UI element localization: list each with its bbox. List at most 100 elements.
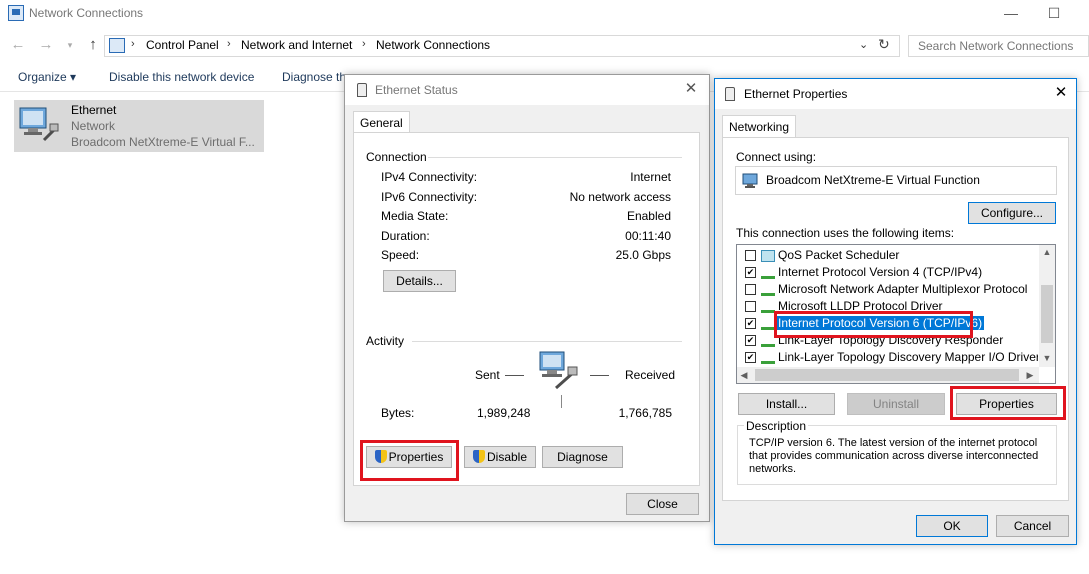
- ethernet-icon: [725, 87, 735, 101]
- item-label: Internet Protocol Version 4 (TCP/IPv4): [778, 265, 983, 279]
- ethernet-properties-dialog: Ethernet Properties ✕ Networking Connect…: [714, 78, 1077, 545]
- adapter-network: Network: [71, 119, 116, 133]
- network-adapter-icon: [742, 173, 758, 188]
- item-checkbox[interactable]: [745, 301, 756, 312]
- ipv4-value: Internet: [630, 170, 671, 184]
- scroll-down-icon[interactable]: ▼: [1039, 353, 1055, 363]
- control-panel-icon: [109, 38, 125, 53]
- adapter-field: Broadcom NetXtreme-E Virtual Function: [735, 166, 1057, 195]
- protocol-icon: [761, 335, 775, 347]
- ethernet-adapter-item[interactable]: Ethernet Network Broadcom NetXtreme-E Vi…: [14, 100, 264, 152]
- item-label: Microsoft Network Adapter Multiplexor Pr…: [778, 282, 1028, 296]
- maximize-icon[interactable]: ☐: [1039, 2, 1069, 24]
- organize-menu[interactable]: Organize ▾: [18, 70, 76, 84]
- adapter-name: Broadcom NetXtreme-E Virtual Function: [766, 173, 980, 187]
- refresh-icon[interactable]: ↻: [878, 36, 890, 53]
- list-item[interactable]: Microsoft Network Adapter Multiplexor Pr…: [737, 281, 1037, 298]
- network-activity-icon: [539, 351, 578, 390]
- chevron-right-icon: ›: [131, 38, 135, 50]
- address-row: ← → ▾ ↑ › Control Panel › Network and In…: [0, 33, 1089, 59]
- close-icon[interactable]: ✕: [683, 81, 699, 97]
- protocol-icon: [761, 352, 775, 364]
- disable-device-command[interactable]: Disable this network device: [109, 70, 254, 84]
- description-label: Description: [744, 419, 809, 433]
- protocol-icon: [761, 284, 775, 296]
- list-item[interactable]: ✔ Internet Protocol Version 4 (TCP/IPv4): [737, 264, 1037, 281]
- bytes-label: Bytes:: [381, 406, 415, 420]
- scroll-up-icon[interactable]: ▲: [1039, 247, 1055, 257]
- bytes-sent-value: 1,989,248: [477, 406, 531, 420]
- networking-panel: Connect using: Broadcom NetXtreme-E Virt…: [722, 137, 1069, 501]
- list-item[interactable]: QoS Packet Scheduler: [737, 247, 1037, 264]
- highlight-box: [774, 311, 973, 338]
- diagnose-command[interactable]: Diagnose th: [282, 70, 346, 84]
- dialog-title: Ethernet Properties: [744, 87, 848, 101]
- close-icon[interactable]: ✕: [1053, 85, 1069, 101]
- sent-label: Sent: [475, 368, 500, 382]
- general-panel: Connection IPv4 Connectivity: Internet I…: [353, 132, 700, 486]
- items-viewport: QoS Packet Scheduler ✔ Internet Protocol…: [737, 245, 1038, 367]
- divider: [561, 395, 562, 408]
- network-connections-icon: [8, 5, 24, 21]
- duration-label: Duration:: [381, 229, 430, 243]
- connection-group-label: Connection: [366, 150, 427, 164]
- item-checkbox[interactable]: [745, 250, 756, 261]
- back-arrow-icon[interactable]: ←: [8, 36, 28, 56]
- close-button[interactable]: Close: [626, 493, 699, 515]
- breadcrumb-control-panel[interactable]: Control Panel: [146, 38, 219, 52]
- address-bar[interactable]: › Control Panel › Network and Internet ›…: [104, 35, 900, 57]
- duration-value: 00:11:40: [625, 229, 671, 243]
- received-label: Received: [625, 368, 676, 382]
- uac-shield-icon: [374, 450, 387, 463]
- divider: [590, 375, 609, 376]
- minimize-icon[interactable]: —: [996, 2, 1026, 24]
- protocol-icon: [761, 267, 775, 279]
- disable-label: Disable: [486, 450, 528, 464]
- horizontal-scrollbar[interactable]: ◀ ▶: [737, 367, 1039, 383]
- item-checkbox[interactable]: [745, 284, 756, 295]
- recent-locations-icon[interactable]: ▾: [60, 36, 80, 56]
- configure-button[interactable]: Configure...: [968, 202, 1056, 224]
- ipv6-value: No network access: [569, 190, 671, 204]
- list-item[interactable]: ✔ Link-Layer Topology Discovery Mapper I…: [737, 349, 1038, 366]
- tab-networking[interactable]: Networking: [722, 115, 797, 137]
- media-state-value: Enabled: [626, 209, 671, 223]
- chevron-right-icon: ›: [227, 38, 231, 50]
- details-button[interactable]: Details...: [383, 270, 456, 292]
- item-checkbox[interactable]: ✔: [745, 352, 756, 363]
- status-properties-label: Properties: [388, 450, 444, 464]
- diagnose-button[interactable]: Diagnose: [542, 446, 623, 468]
- ok-button[interactable]: OK: [916, 515, 988, 537]
- service-icon: [761, 250, 775, 262]
- breadcrumb-network-internet[interactable]: Network and Internet: [241, 38, 352, 52]
- search-input[interactable]: Search Network Connections: [908, 35, 1089, 57]
- vertical-scrollbar[interactable]: ▲ ▼: [1039, 245, 1055, 367]
- item-checkbox[interactable]: ✔: [745, 335, 756, 346]
- network-adapter-icon: [19, 107, 59, 142]
- uac-shield-icon: [472, 450, 485, 463]
- install-button[interactable]: Install...: [738, 393, 835, 415]
- chevron-down-icon[interactable]: ⌄: [859, 38, 868, 51]
- item-checkbox[interactable]: ✔: [745, 267, 756, 278]
- forward-arrow-icon[interactable]: →: [36, 36, 56, 56]
- adapter-device: Broadcom NetXtreme-E Virtual F...: [71, 135, 255, 149]
- scroll-right-icon[interactable]: ▶: [1025, 370, 1035, 381]
- properties-button[interactable]: Properties: [956, 393, 1057, 415]
- speed-label: Speed:: [381, 248, 420, 262]
- dialog-titlebar: Ethernet Properties ✕: [715, 79, 1076, 109]
- disable-button[interactable]: Disable: [464, 446, 536, 468]
- tab-general[interactable]: General: [353, 111, 410, 133]
- divider: [412, 341, 682, 342]
- scroll-thumb[interactable]: [1041, 285, 1053, 343]
- up-arrow-icon[interactable]: ↑: [83, 36, 103, 56]
- ethernet-icon: [357, 83, 367, 97]
- breadcrumb-network-connections[interactable]: Network Connections: [376, 38, 490, 52]
- uninstall-button[interactable]: Uninstall: [847, 393, 945, 415]
- scroll-thumb[interactable]: [755, 369, 1019, 381]
- item-label: QoS Packet Scheduler: [778, 248, 900, 262]
- item-checkbox[interactable]: ✔: [745, 318, 756, 329]
- cancel-button[interactable]: Cancel: [996, 515, 1069, 537]
- speed-value: 25.0 Gbps: [615, 248, 671, 262]
- status-properties-button[interactable]: Properties: [366, 446, 452, 468]
- scroll-left-icon[interactable]: ◀: [739, 370, 749, 381]
